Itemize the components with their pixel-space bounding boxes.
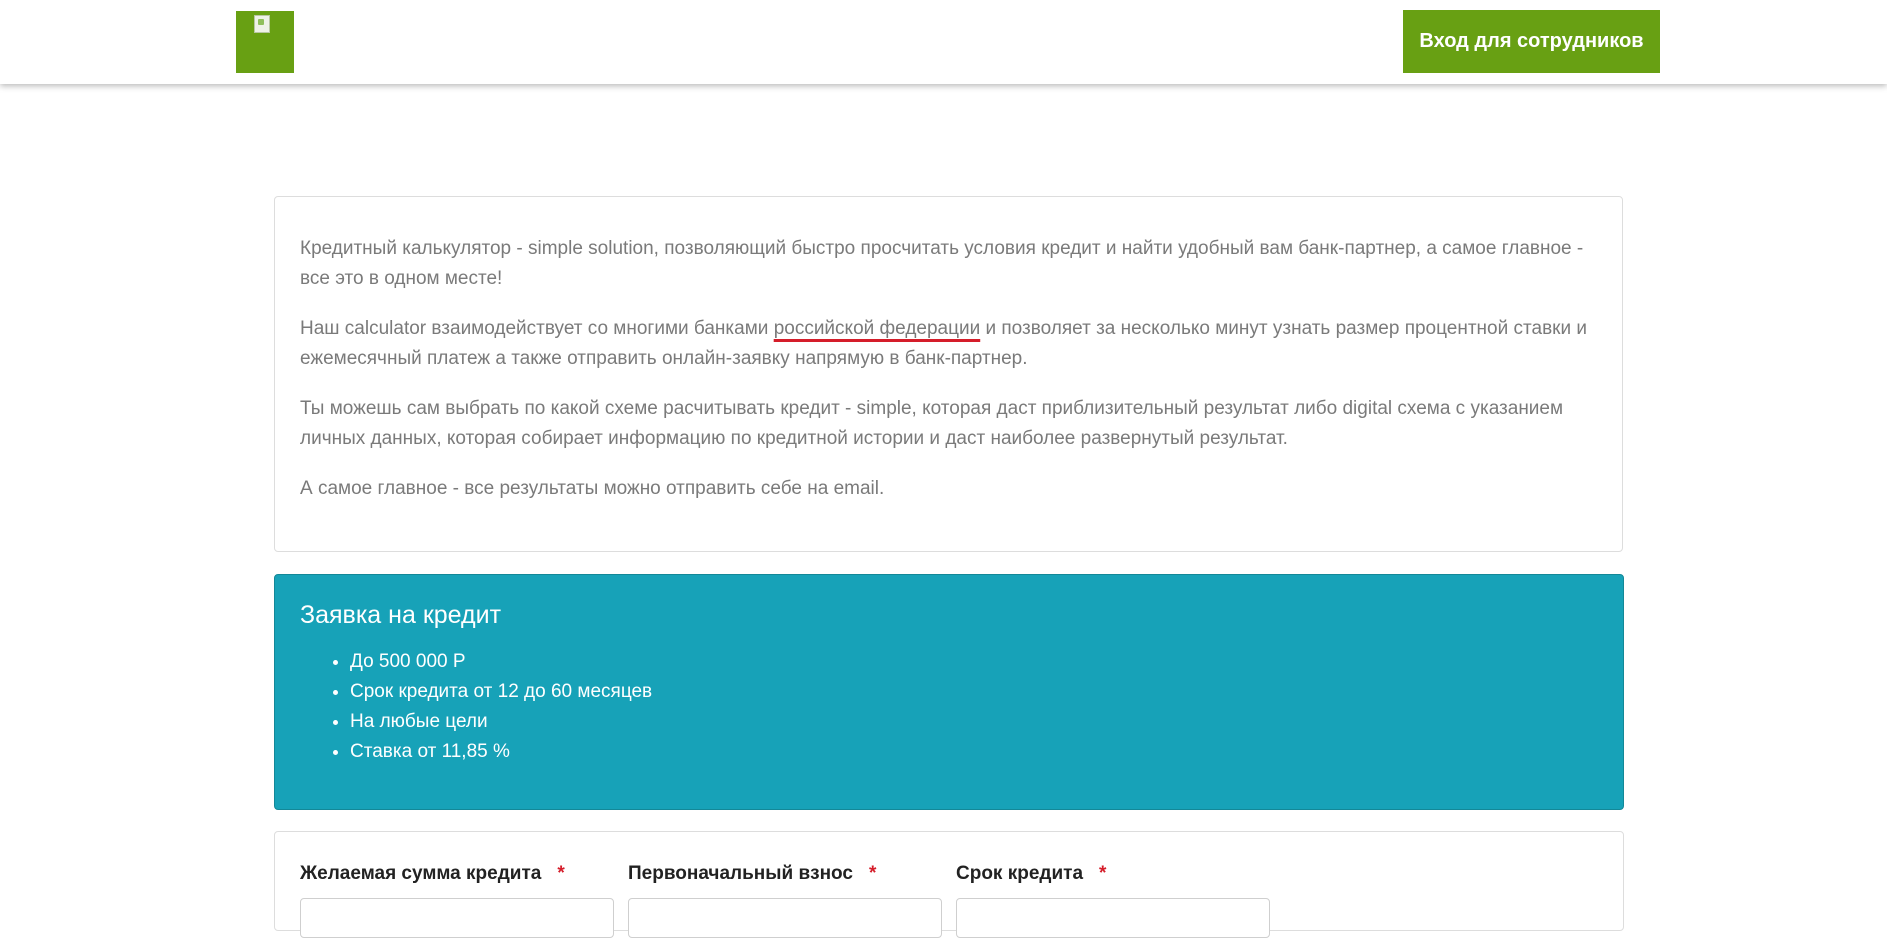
loan-term-input[interactable] [956,898,1270,938]
logo[interactable] [236,11,294,73]
field-label-text: Первоначальный взнос [628,863,853,884]
field-label-text: Срок кредита [956,863,1084,884]
staff-login-button[interactable]: Вход для сотрудников [1403,10,1660,73]
loan-offer-panel: Заявка на кредит До 500 000 Р Срок креди… [274,574,1624,810]
loan-amount-input[interactable] [300,898,614,938]
list-item: До 500 000 Р [350,647,652,677]
intro-text: Наш calculator взаимодействует со многим… [300,318,774,339]
intro-paragraph-1: Кредитный калькулятор - simple solution,… [300,238,1584,289]
list-item: На любые цели [350,707,652,737]
intro-card: Кредитный калькулятор - simple solution,… [274,196,1623,552]
loan-offer-title: Заявка на кредит [300,601,502,629]
intro-paragraph-4: А самое главное - все результаты можно о… [300,478,885,499]
down-payment-input[interactable] [628,898,942,938]
required-mark: * [557,863,565,884]
down-payment-label: Первоначальный взнос * [628,863,876,885]
underlined-phrase: российской федерации [773,318,981,339]
intro-paragraph-2: Наш calculator взаимодействует со многим… [300,314,1597,374]
list-item: Ставка от 11,85 % [350,737,652,767]
loan-amount-label: Желаемая сумма кредита * [300,863,565,885]
intro-paragraph-3: Ты можешь сам выбрать по какой схеме рас… [300,398,1564,449]
broken-image-icon [254,15,270,33]
field-label-text: Желаемая сумма кредита [300,863,542,884]
loan-form: Желаемая сумма кредита * Первоначальный в… [274,831,1624,938]
required-mark: * [868,863,877,884]
required-mark: * [1099,863,1107,884]
list-item: Срок кредита от 12 до 60 месяцев [350,677,652,707]
site-header: Вход для сотрудников [0,0,1887,84]
loan-offer-list: До 500 000 Р Срок кредита от 12 до 60 ме… [325,647,652,767]
loan-term-label: Срок кредита * [956,863,1106,885]
